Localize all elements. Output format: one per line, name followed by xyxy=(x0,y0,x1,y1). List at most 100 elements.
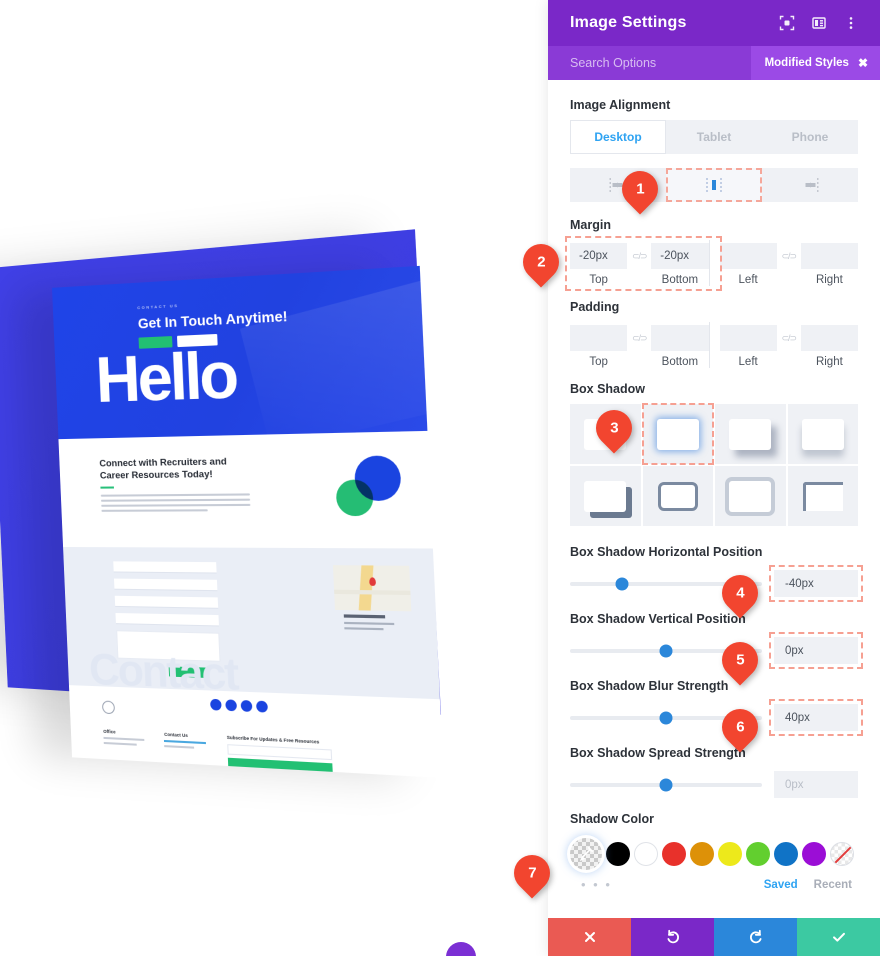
callout-number: 4 xyxy=(735,584,745,602)
preset-swatch xyxy=(656,418,699,450)
image-settings-panel: Image Settings Search Options Modified S… xyxy=(548,0,880,956)
padding-top-input[interactable] xyxy=(570,325,628,351)
margin-right-input[interactable] xyxy=(800,243,858,269)
slider-blur-strength-label: Box Shadow Blur Strength xyxy=(570,679,729,693)
tab-desktop[interactable]: Desktop xyxy=(570,120,666,154)
mockup-contact-column: Contact Us xyxy=(164,732,207,753)
margin-right-caption: Right xyxy=(815,274,843,286)
slider-blur-strength-knob[interactable] xyxy=(659,711,673,724)
margin-bottom-input[interactable] xyxy=(651,243,709,269)
swatch-yellow[interactable] xyxy=(718,842,742,866)
swatch-red[interactable] xyxy=(662,842,686,866)
margin-top-input[interactable] xyxy=(570,243,628,269)
margin-link-horizontal-icon[interactable]: ⊂/⊃ xyxy=(777,243,801,269)
swatch-black[interactable] xyxy=(606,842,630,866)
mockup-field-select xyxy=(115,612,219,627)
callout-number: 2 xyxy=(536,253,546,271)
slider-horizontal-position-value[interactable]: -40px xyxy=(769,565,863,602)
redo-button[interactable] xyxy=(714,918,797,956)
tab-recent-colors[interactable]: Recent xyxy=(814,879,852,891)
slider-spread-strength-track[interactable] xyxy=(570,778,762,791)
slider-spread-strength-value[interactable]: 0px xyxy=(774,771,858,798)
swatch-blue[interactable] xyxy=(774,842,798,866)
mockup-paragraph xyxy=(100,492,251,512)
overflow-menu-icon[interactable] xyxy=(836,8,866,38)
padding-link-horizontal-icon[interactable]: ⊂/⊃ xyxy=(777,325,801,351)
cancel-button[interactable] xyxy=(548,918,631,956)
swatch-purple[interactable] xyxy=(802,842,826,866)
mockup-subscribe-button xyxy=(227,757,333,776)
swatch-none[interactable] xyxy=(830,842,854,866)
box-shadow-preset-offset-bottom-right[interactable] xyxy=(715,404,786,464)
save-button[interactable] xyxy=(797,918,880,956)
social-icon-1 xyxy=(210,698,222,711)
mockup-social-icons xyxy=(210,698,268,713)
box-shadow-preset-hard-bottom-right[interactable] xyxy=(570,466,641,526)
align-center-button[interactable] xyxy=(666,168,762,202)
margin-link-vertical-icon[interactable]: ⊂/⊃ xyxy=(627,243,651,269)
padding-left-input[interactable] xyxy=(719,325,777,351)
panel-header-icons xyxy=(772,8,866,38)
padding-right-caption: Right xyxy=(815,356,843,368)
tab-tablet[interactable]: Tablet xyxy=(666,120,762,154)
slider-vertical-position-value[interactable]: 0px xyxy=(769,632,863,669)
panel-body: Image Alignment Desktop Tablet Phone Mar… xyxy=(548,80,880,918)
padding-link-vertical-icon[interactable]: ⊂/⊃ xyxy=(627,325,651,351)
preset-swatch xyxy=(801,418,844,450)
modified-styles-filter[interactable]: Modified Styles ✖ xyxy=(750,46,880,80)
mockup-venn-graphic xyxy=(334,455,402,517)
screen: CONTACT US Get In Touch Anytime! Hello C… xyxy=(0,0,880,956)
tab-saved-colors[interactable]: Saved xyxy=(764,879,798,891)
box-shadow-preset-outline-rounded[interactable] xyxy=(642,466,713,526)
margin-left-input[interactable] xyxy=(719,243,777,269)
slider-blur-strength-value[interactable]: 40px xyxy=(769,699,863,736)
undo-button[interactable] xyxy=(631,918,714,956)
box-shadow-preset-soft-bottom[interactable] xyxy=(787,404,858,464)
preset-swatch xyxy=(729,480,772,512)
mockup-divider xyxy=(100,486,114,489)
focus-icon[interactable] xyxy=(772,8,802,38)
mockup-front-page: CONTACT US Get In Touch Anytime! Hello C… xyxy=(51,265,444,779)
slider-horizontal-position-knob[interactable] xyxy=(615,577,629,590)
padding-bottom-input[interactable] xyxy=(651,325,709,351)
panel-title: Image Settings xyxy=(570,14,687,31)
swatch-green[interactable] xyxy=(746,842,770,866)
margin-bottom-caption: Bottom xyxy=(661,274,699,286)
mockup-contact-section: Contact xyxy=(63,546,440,700)
layout-columns-icon[interactable] xyxy=(804,8,834,38)
box-shadow-preset-corner-top-left[interactable] xyxy=(787,466,858,526)
callout-number: 1 xyxy=(635,180,645,198)
align-right-button[interactable] xyxy=(762,168,858,202)
swatch-white[interactable] xyxy=(634,842,658,866)
box-shadow-preset-glow[interactable] xyxy=(641,403,714,465)
eyedropper-swatch[interactable] xyxy=(570,838,602,870)
social-icon-2 xyxy=(225,699,238,712)
social-icon-3 xyxy=(240,699,253,712)
mockup-subscribe-column: Subscribe For Updates & Free Resources xyxy=(227,735,333,776)
website-mockup: CONTACT US Get In Touch Anytime! Hello C… xyxy=(0,229,460,779)
tab-phone[interactable]: Phone xyxy=(762,120,858,154)
more-colors-icon[interactable]: • • • xyxy=(570,877,612,892)
mockup-footer: Office Contact Us Subscribe For Updates … xyxy=(68,685,444,779)
swatch-orange[interactable] xyxy=(690,842,714,866)
slider-vertical-position-knob[interactable] xyxy=(659,644,673,657)
slider-horizontal-position-label: Box Shadow Horizontal Position xyxy=(570,545,763,559)
page-accent-dot xyxy=(446,942,476,956)
callout-number: 5 xyxy=(735,651,745,669)
mockup-circle-green xyxy=(335,479,374,517)
margin-fields: Top ⊂/⊃ Bottom Left ⊂/⊃ xyxy=(565,236,858,291)
mockup-field-name xyxy=(113,561,217,574)
preset-swatch xyxy=(584,480,627,512)
panel-footer xyxy=(548,918,880,956)
padding-bottom-caption: Bottom xyxy=(661,356,699,368)
slider-spread-strength: Box Shadow Spread Strength 0px xyxy=(570,745,858,798)
close-icon[interactable]: ✖ xyxy=(858,56,868,70)
slider-blur-strength: Box Shadow Blur Strength 40px xyxy=(570,678,863,736)
padding-right-input[interactable] xyxy=(800,325,858,351)
search-input[interactable] xyxy=(570,56,751,70)
slider-row: -40px xyxy=(570,565,863,602)
image-alignment-label: Image Alignment xyxy=(570,98,671,112)
slider-spread-strength-knob[interactable] xyxy=(659,778,673,791)
margin-label: Margin xyxy=(570,218,611,232)
box-shadow-preset-blur-outline[interactable] xyxy=(715,466,786,526)
